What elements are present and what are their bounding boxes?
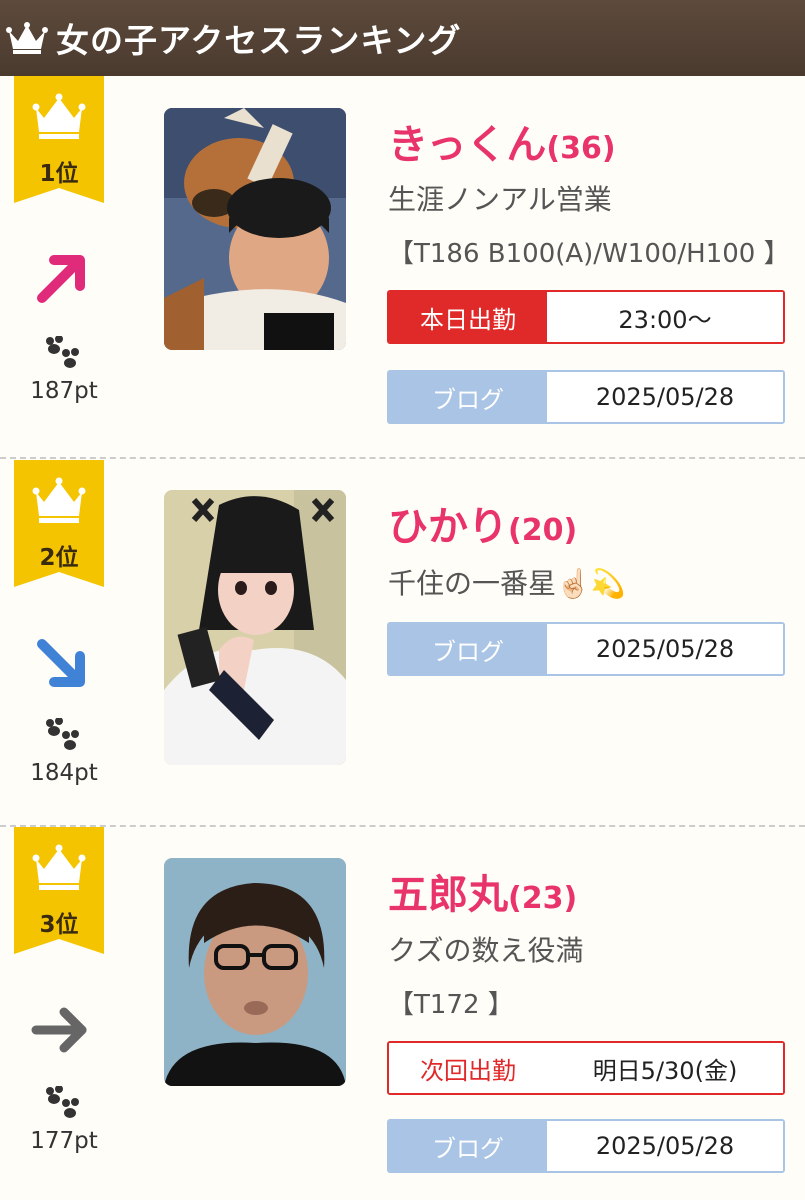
catchphrase: クズの数え役満 <box>388 934 584 967</box>
body-size: 【T172 】 <box>388 990 514 1020</box>
ranking-header: 女の子アクセスランキング <box>0 0 805 76</box>
schedule-value: 23:00〜 <box>547 292 783 342</box>
up-right-arrow-icon <box>37 255 85 303</box>
cast-age: (36) <box>546 131 616 166</box>
catchphrase: 生涯ノンアル営業 <box>388 183 612 216</box>
rank-label: 3位 <box>39 912 79 938</box>
body-size: 【T186 B100(A)/W100/H100 】 <box>388 239 790 269</box>
blog-date: 2025/05/28 <box>547 624 783 674</box>
points-label: 177pt <box>30 1128 98 1154</box>
schedule-label: 本日出勤 <box>389 292 547 342</box>
next-work-box[interactable]: 次回出勤 明日5/30(金) <box>387 1041 785 1095</box>
blog-label: ブログ <box>389 372 547 422</box>
divider <box>0 825 805 827</box>
rank-badge: 3位 <box>14 827 104 954</box>
cast-age: (23) <box>508 881 578 916</box>
rank-label: 2位 <box>39 545 79 571</box>
blog-label: ブログ <box>389 1121 547 1171</box>
today-work-box[interactable]: 本日出勤 23:00〜 <box>387 290 785 344</box>
down-right-arrow-icon <box>37 639 85 687</box>
cast-name-line[interactable]: 五郎丸(23) <box>388 862 577 920</box>
profile-photo[interactable] <box>164 858 346 1086</box>
divider <box>0 457 805 459</box>
rank-badge: 1位 <box>14 76 104 203</box>
schedule-label: 次回出勤 <box>389 1043 547 1093</box>
paw-icon <box>46 336 79 368</box>
schedule-value: 明日5/30(金) <box>547 1043 783 1093</box>
profile-photo[interactable] <box>164 108 346 350</box>
cast-name[interactable]: ひかり <box>388 504 508 550</box>
rank-label: 1位 <box>39 161 79 187</box>
points-label: 184pt <box>30 760 98 786</box>
rank-badge: 2位 <box>14 460 104 587</box>
paw-icon <box>46 1086 79 1118</box>
profile-photo[interactable] <box>164 490 346 765</box>
blog-date: 2025/05/28 <box>547 1121 783 1171</box>
cast-name[interactable]: 五郎丸 <box>388 872 508 918</box>
blog-button[interactable]: ブログ 2025/05/28 <box>387 370 785 424</box>
cast-name[interactable]: きっくん <box>388 122 546 168</box>
catchphrase: 千住の一番星☝🏻💫 <box>388 567 626 600</box>
cast-name-line[interactable]: ひかり(20) <box>388 494 577 552</box>
crown-icon <box>6 22 48 54</box>
blog-button[interactable]: ブログ 2025/05/28 <box>387 1119 785 1173</box>
page-title: 女の子アクセスランキング <box>56 21 462 60</box>
blog-button[interactable]: ブログ 2025/05/28 <box>387 622 785 676</box>
right-arrow-icon <box>31 1007 87 1053</box>
blog-date: 2025/05/28 <box>547 372 783 422</box>
blog-label: ブログ <box>389 624 547 674</box>
cast-age: (20) <box>508 513 578 548</box>
paw-icon <box>46 718 79 750</box>
cast-name-line[interactable]: きっくん(36) <box>388 112 616 170</box>
points-label: 187pt <box>30 378 98 404</box>
